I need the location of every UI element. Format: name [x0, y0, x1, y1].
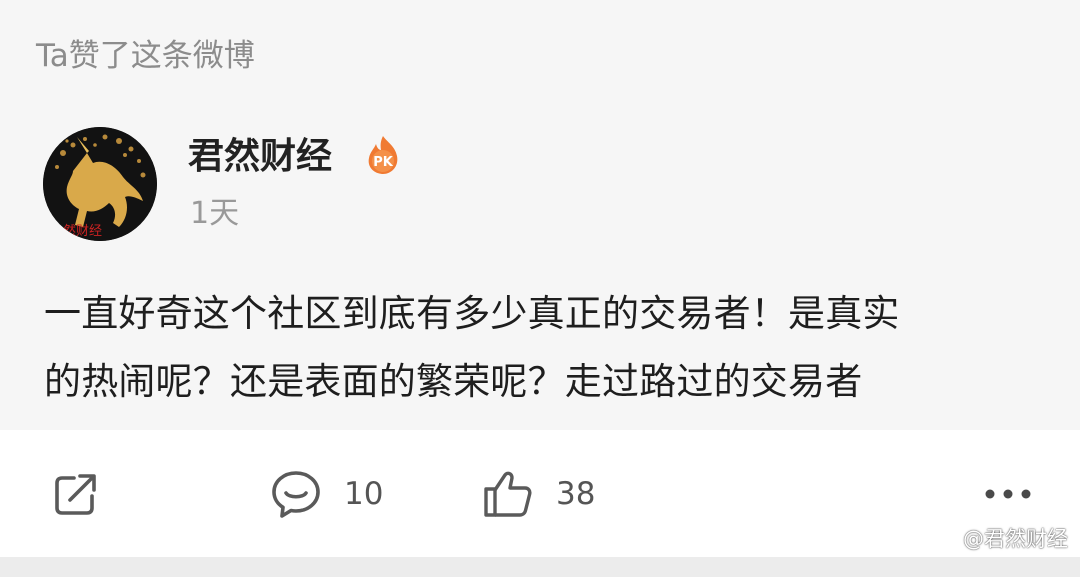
- author-name[interactable]: 君然财经: [188, 133, 332, 181]
- post-time: 1天: [190, 196, 240, 231]
- watermark: @君然财经: [933, 524, 1068, 554]
- comment-button[interactable]: 10: [270, 466, 383, 522]
- share-icon: [55, 474, 96, 515]
- post-body-line-1[interactable]: 一直好奇这个社区到底有多少真正的交易者！是真实: [44, 290, 900, 338]
- more-button[interactable]: [980, 466, 1036, 522]
- like-count: 38: [556, 476, 596, 512]
- thumbs-up-icon: [484, 471, 532, 517]
- like-button[interactable]: 38: [482, 466, 595, 522]
- share-button[interactable]: [52, 466, 100, 522]
- weibo-logo-icon: [934, 530, 958, 549]
- author-avatar[interactable]: 然财经: [43, 127, 157, 241]
- pk-flame-badge-icon: PK: [365, 134, 401, 176]
- comment-icon: [272, 471, 320, 518]
- comment-count: 10: [344, 476, 384, 512]
- watermark-text: @君然财经: [963, 527, 1068, 551]
- gold-unicorn-avatar-icon: 然财经: [43, 127, 157, 241]
- post-body-line-2[interactable]: 的热闹呢？还是表面的繁荣呢？走过路过的交易者: [44, 358, 862, 406]
- liked-hint: Ta赞了这条微博: [36, 38, 255, 74]
- more-icon: [985, 489, 1031, 499]
- pk-badge-text: PK: [373, 155, 394, 170]
